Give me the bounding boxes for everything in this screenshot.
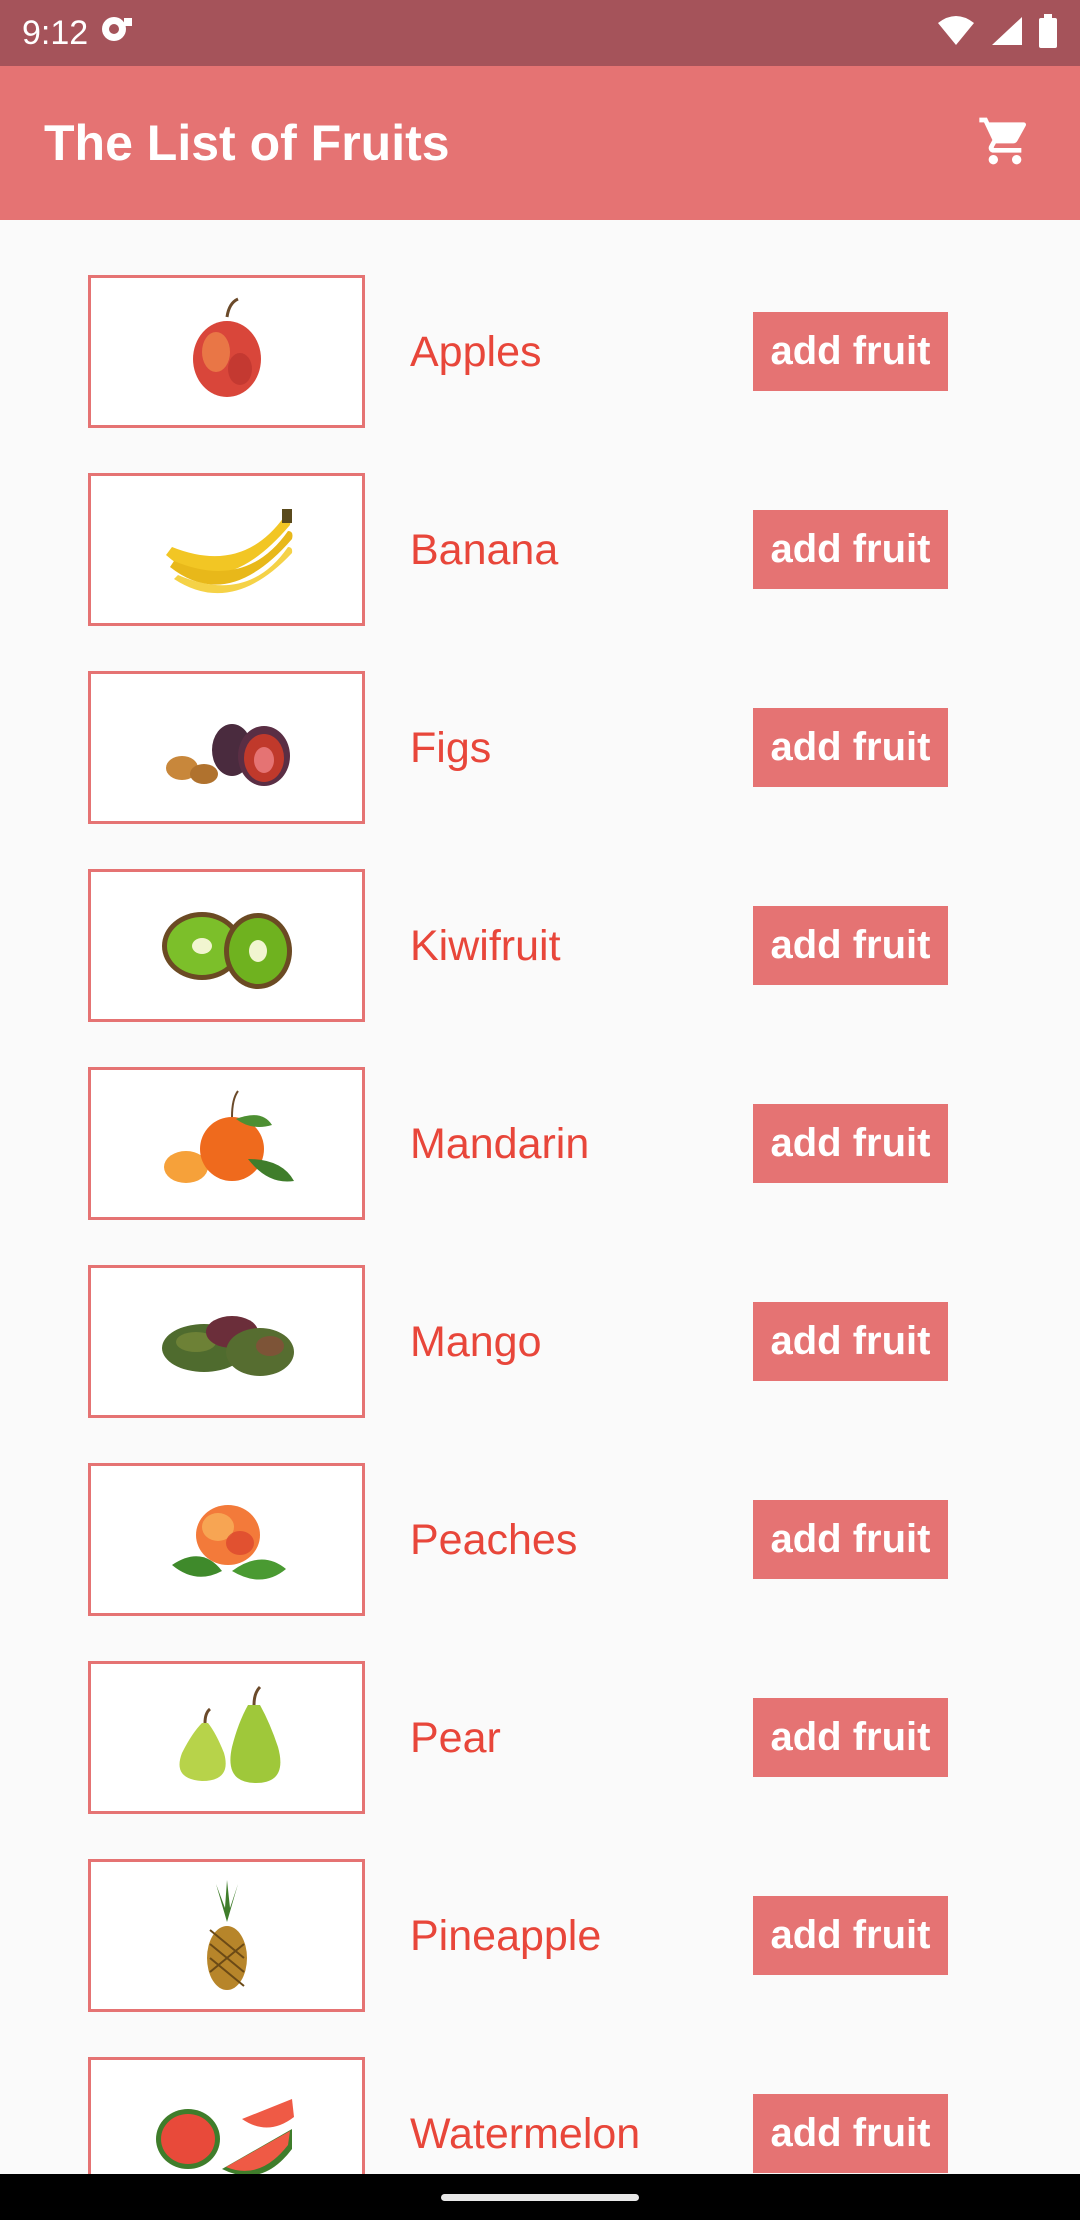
fruit-thumbnail [88, 2057, 365, 2174]
add-fruit-button[interactable]: add fruit [753, 1698, 948, 1777]
peach-icon [145, 1479, 308, 1600]
add-fruit-button[interactable]: add fruit [753, 1500, 948, 1579]
banana-icon [145, 489, 308, 610]
add-fruit-button[interactable]: add fruit [753, 2094, 948, 2173]
pineapple-icon [145, 1875, 308, 1996]
add-fruit-button[interactable]: add fruit [753, 312, 948, 391]
fruit-thumbnail [88, 473, 365, 626]
list-item: Banana add fruit [0, 418, 1080, 626]
apple-icon [145, 291, 308, 412]
mandarin-icon [145, 1083, 308, 1204]
page-title: The List of Fruits [44, 115, 450, 171]
mango-icon [145, 1281, 308, 1402]
fruit-name: Mango [410, 1318, 542, 1366]
status-time: 9:12 [22, 13, 89, 52]
fruit-name: Figs [410, 724, 492, 772]
add-fruit-button[interactable]: add fruit [753, 1896, 948, 1975]
fruit-thumbnail [88, 1067, 365, 1220]
battery-icon [1038, 13, 1058, 53]
cart-button[interactable] [970, 108, 1040, 178]
add-fruit-button[interactable]: add fruit [753, 708, 948, 787]
status-bar: 9:12 [0, 0, 1080, 66]
add-fruit-button[interactable]: add fruit [753, 510, 948, 589]
fruit-thumbnail [88, 275, 365, 428]
list-item: Watermelon add fruit [0, 2002, 1080, 2174]
navigation-bar [0, 2174, 1080, 2220]
cart-icon [976, 113, 1034, 174]
add-fruit-button[interactable]: add fruit [753, 1104, 948, 1183]
list-item: Pear add fruit [0, 1606, 1080, 1814]
fruit-thumbnail [88, 869, 365, 1022]
add-fruit-button[interactable]: add fruit [753, 1302, 948, 1381]
pear-icon [145, 1677, 308, 1798]
kiwi-icon [145, 885, 308, 1006]
list-item: Figs add fruit [0, 616, 1080, 824]
notification-icon [100, 14, 134, 53]
signal-icon [990, 15, 1024, 52]
fruit-name: Pear [410, 1714, 501, 1762]
fruit-name: Mandarin [410, 1120, 590, 1168]
wifi-icon [936, 15, 976, 52]
add-fruit-button[interactable]: add fruit [753, 906, 948, 985]
status-left: 9:12 [22, 14, 134, 53]
app-bar: The List of Fruits [0, 66, 1080, 220]
watermelon-icon [145, 2073, 308, 2174]
fig-icon [145, 687, 308, 808]
status-right [936, 13, 1058, 53]
list-item: Apples add fruit [0, 220, 1080, 428]
list-item: Mango add fruit [0, 1210, 1080, 1418]
list-item: Mandarin add fruit [0, 1012, 1080, 1220]
fruit-thumbnail [88, 671, 365, 824]
fruit-thumbnail [88, 1859, 365, 2012]
fruit-name: Banana [410, 526, 559, 574]
fruit-thumbnail [88, 1463, 365, 1616]
fruit-list[interactable]: Apples add fruit Banana add fruit Figs a… [0, 220, 1080, 2174]
list-item: Pineapple add fruit [0, 1804, 1080, 2012]
fruit-name: Peaches [410, 1516, 578, 1564]
list-item: Peaches add fruit [0, 1408, 1080, 1616]
fruit-thumbnail [88, 1265, 365, 1418]
list-item: Kiwifruit add fruit [0, 814, 1080, 1022]
fruit-name: Watermelon [410, 2110, 641, 2158]
fruit-name: Apples [410, 328, 542, 376]
fruit-thumbnail [88, 1661, 365, 1814]
fruit-name: Pineapple [410, 1912, 602, 1960]
fruit-name: Kiwifruit [410, 922, 561, 970]
home-handle[interactable] [441, 2193, 639, 2201]
